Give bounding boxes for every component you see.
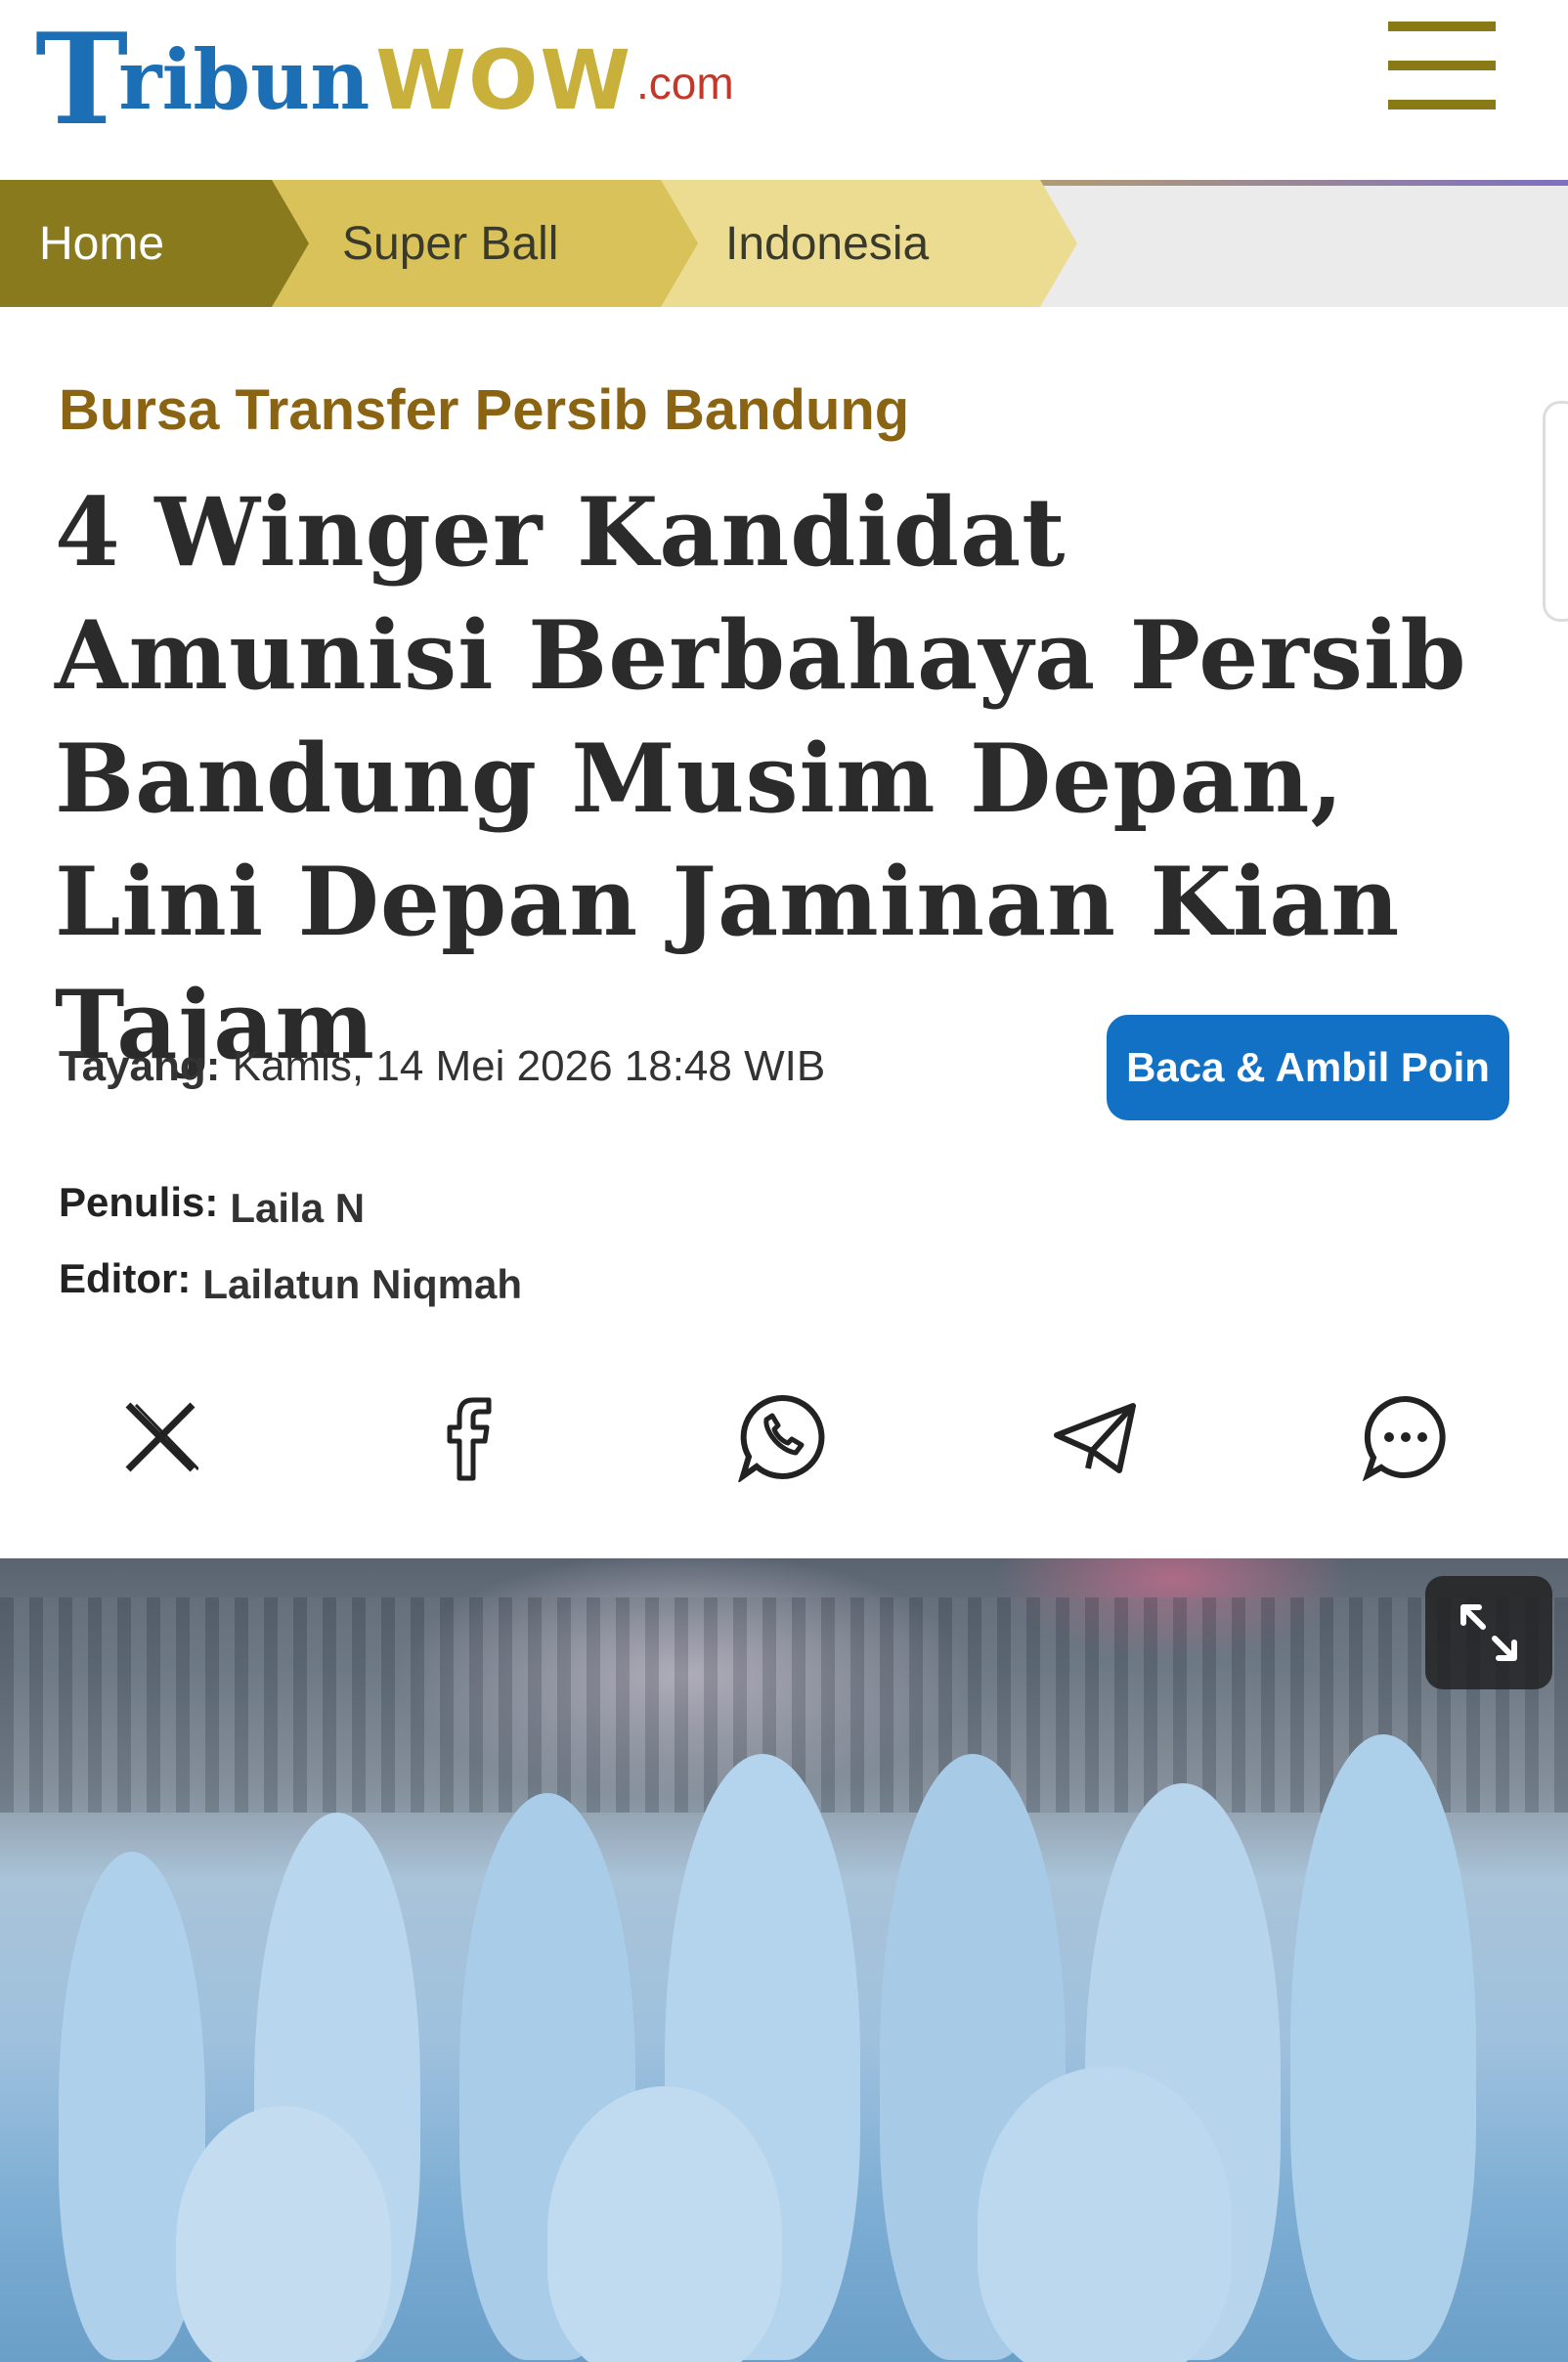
read-earn-points-button[interactable]: Baca & Ambil Poin xyxy=(1107,1015,1509,1120)
menu-line xyxy=(1388,100,1496,109)
expand-icon[interactable] xyxy=(1425,1576,1552,1689)
article-hero-image[interactable] xyxy=(0,1558,1568,2362)
hamburger-icon[interactable] xyxy=(1388,22,1496,109)
logo-com: .com xyxy=(636,58,734,109)
comment-icon[interactable] xyxy=(1347,1378,1464,1496)
facebook-icon[interactable] xyxy=(413,1378,530,1496)
breadcrumb-indonesia[interactable]: Indonesia xyxy=(661,180,1077,307)
article-category[interactable]: Bursa Transfer Persib Bandung xyxy=(59,377,909,443)
breadcrumb-super-ball[interactable]: Super Ball xyxy=(272,180,700,307)
publish-label: Tayang: xyxy=(59,1042,221,1090)
logo-wow: WOW xyxy=(375,32,633,128)
logo-ribun: ribun xyxy=(118,31,370,128)
player-figure xyxy=(547,2086,782,2362)
menu-line xyxy=(1388,61,1496,70)
telegram-icon[interactable] xyxy=(1036,1378,1154,1496)
x-icon[interactable] xyxy=(102,1378,219,1496)
breadcrumb-home[interactable]: Home xyxy=(0,180,311,307)
player-figure xyxy=(1290,1734,1476,2360)
editor-name[interactable]: Lailatun Niqmah xyxy=(202,1261,522,1308)
editor-label: Editor: xyxy=(59,1255,192,1301)
author-line: Penulis: Laila N xyxy=(59,1179,365,1231)
breadcrumb: Home Super Ball Indonesia xyxy=(0,180,1568,307)
logo-t: T xyxy=(35,7,128,153)
author-label: Penulis: xyxy=(59,1179,219,1225)
whatsapp-icon[interactable] xyxy=(723,1378,841,1496)
share-bar xyxy=(0,1378,1568,1496)
site-logo[interactable]: T ribun WOW .com xyxy=(35,6,734,143)
side-tab[interactable] xyxy=(1543,401,1568,622)
player-figure xyxy=(978,2067,1232,2362)
publish-date: Kamis, 14 Mei 2026 18:48 WIB xyxy=(232,1042,826,1090)
player-figure xyxy=(176,2106,391,2362)
author-name[interactable]: Laila N xyxy=(230,1185,365,1232)
site-header: T ribun WOW .com xyxy=(0,0,1568,180)
article-title: 4 Winger Kandidat Amunisi Berbahaya Pers… xyxy=(55,477,1467,1080)
menu-line xyxy=(1388,22,1496,31)
editor-line: Editor: Lailatun Niqmah xyxy=(59,1255,522,1307)
publish-info: Tayang: Kamis, 14 Mei 2026 18:48 WIB xyxy=(59,1042,825,1091)
